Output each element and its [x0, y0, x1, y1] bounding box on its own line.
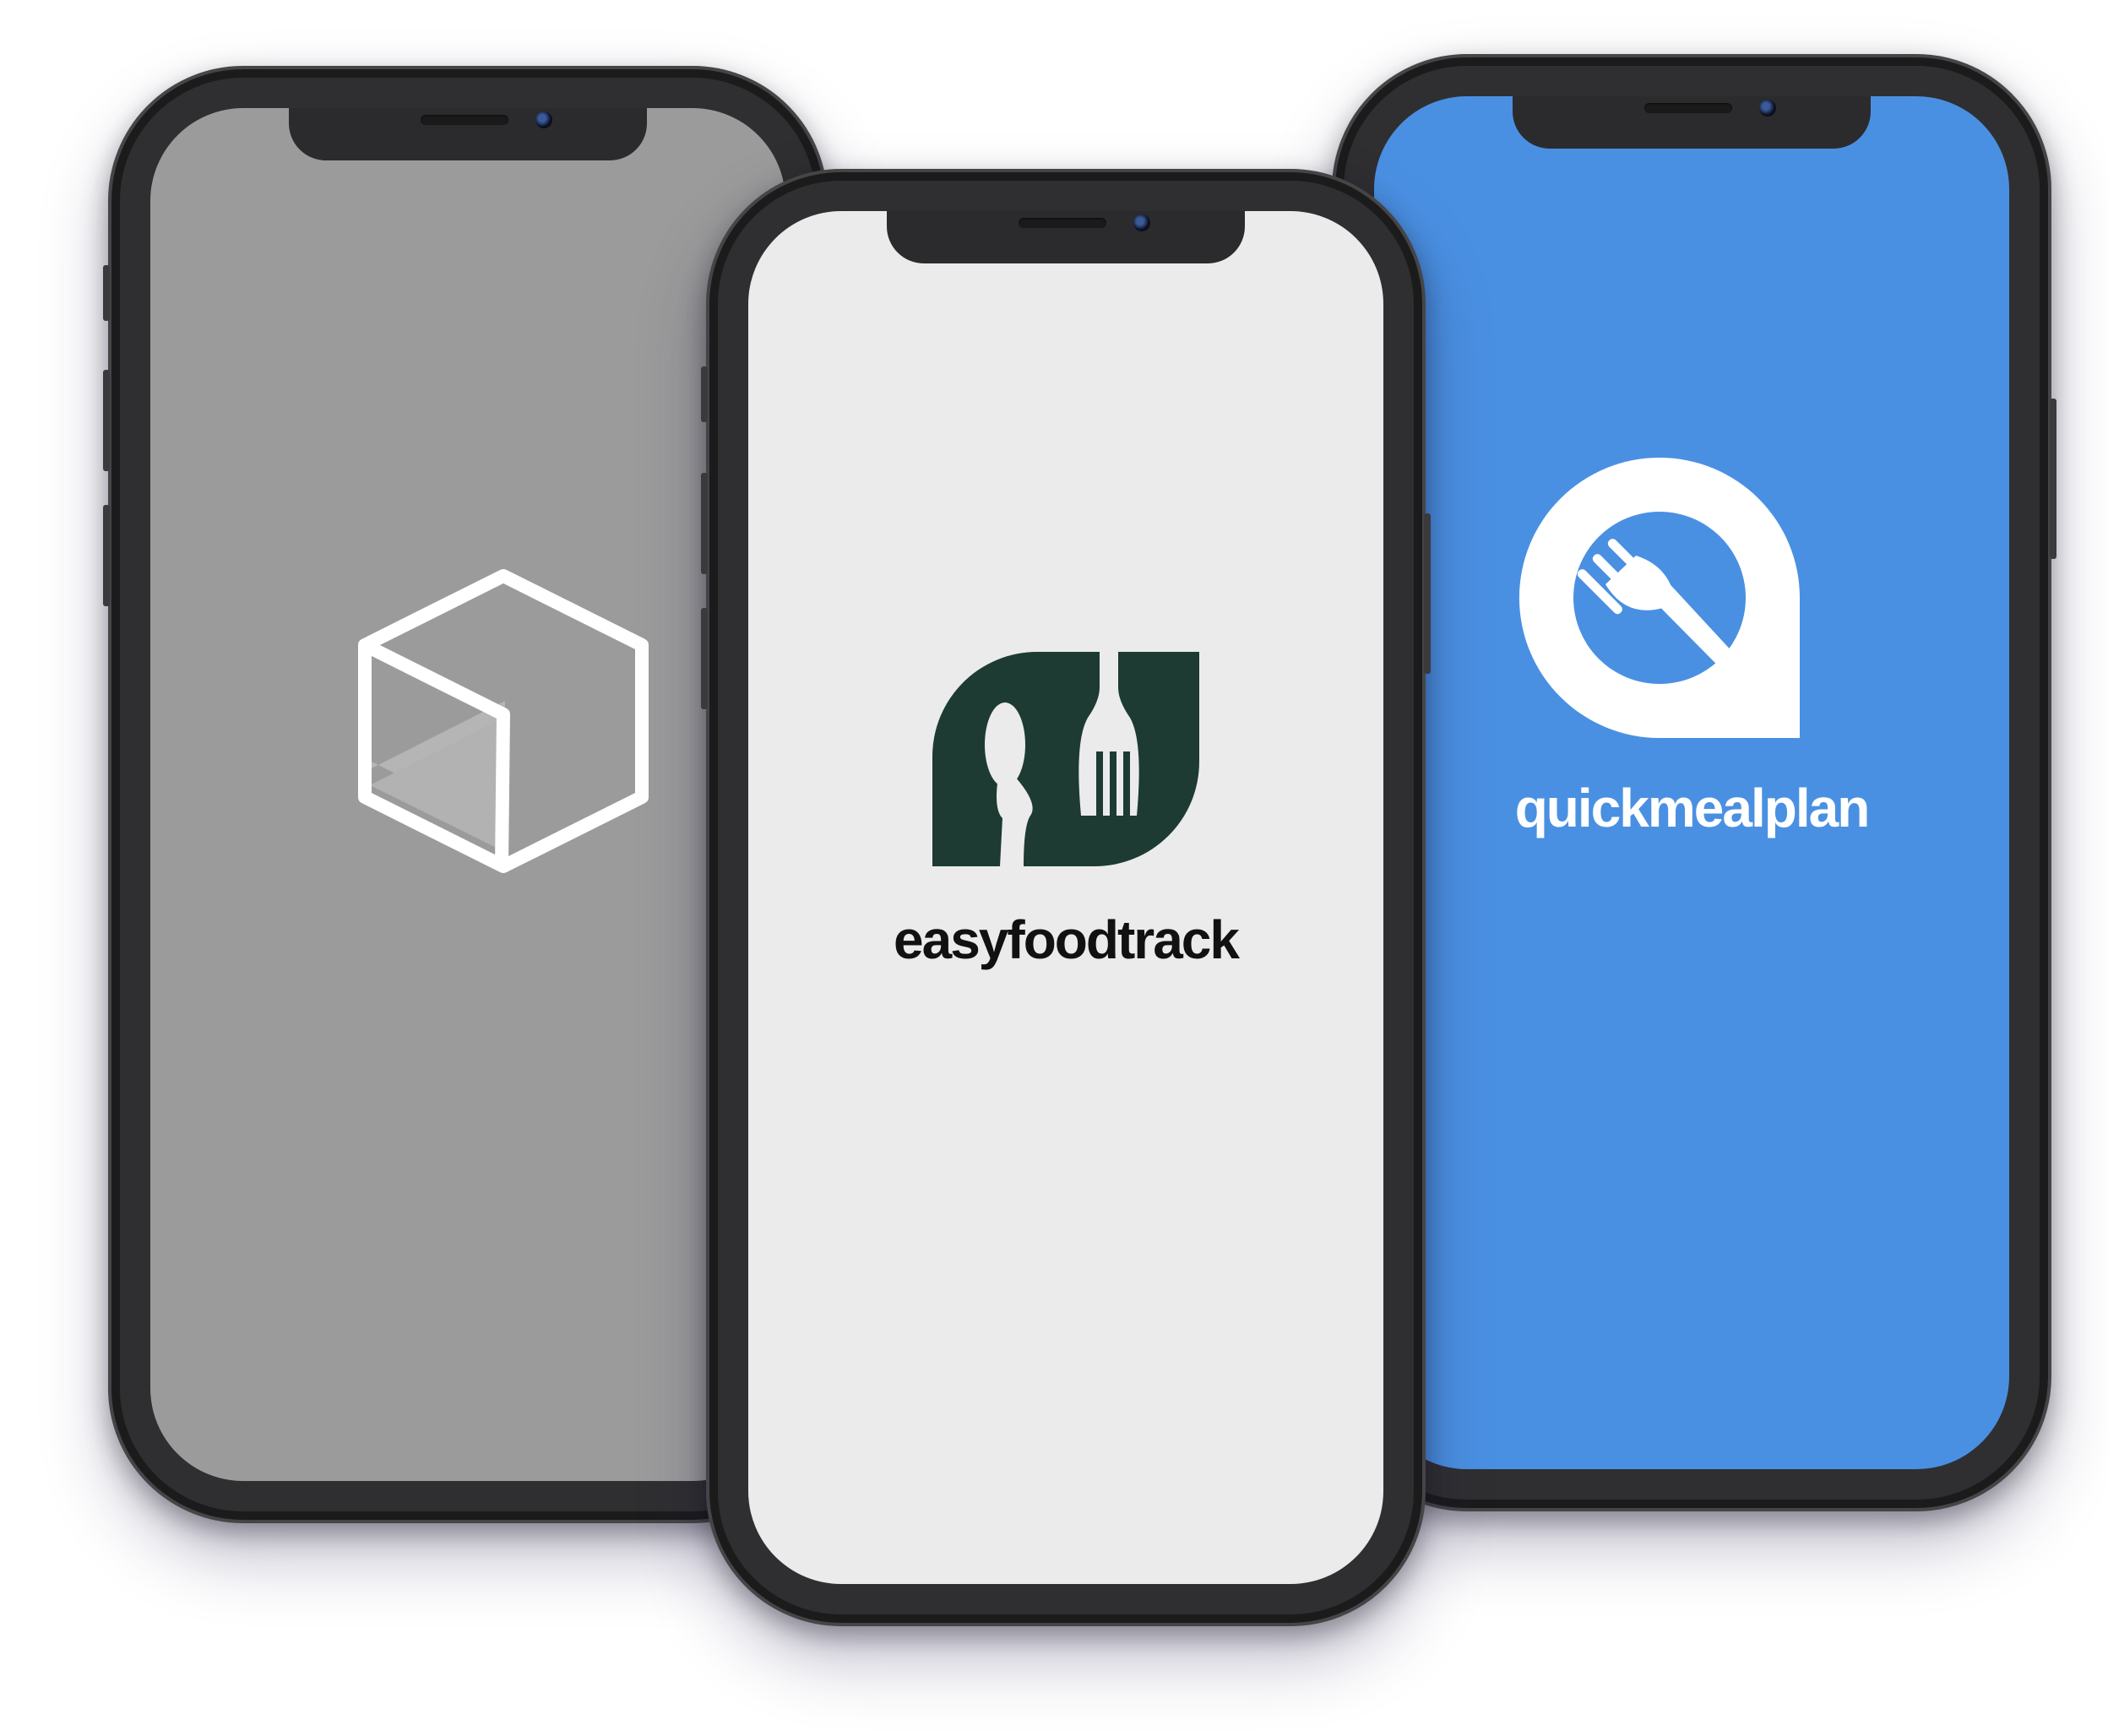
app-name-label: easyfoodtrack	[894, 909, 1240, 970]
volume-down-button	[701, 608, 708, 709]
phone-center: easyfoodtrack	[701, 169, 1431, 1626]
app-name-label: quickmealplan	[1514, 778, 1871, 838]
speaker-grille	[1019, 218, 1106, 228]
screen-left	[150, 108, 785, 1481]
volume-up-button	[701, 473, 708, 574]
volume-down-button	[103, 505, 110, 606]
mute-switch	[103, 265, 110, 321]
front-camera	[1133, 214, 1150, 231]
mute-switch	[701, 366, 708, 422]
speaker-grille	[421, 115, 508, 125]
front-camera	[535, 111, 552, 128]
notch	[1513, 96, 1871, 149]
speaker-grille	[1644, 103, 1732, 113]
screen-right: quickmealplan	[1374, 96, 2009, 1469]
spoon-fork-logo-icon	[932, 650, 1199, 866]
power-button	[2050, 399, 2056, 559]
front-camera	[1759, 100, 1776, 117]
cube-icon	[358, 569, 649, 873]
app-splash-quickmealplan: quickmealplan	[1374, 456, 2009, 839]
mockup-stage: quickmealplan easyfoodtrack	[0, 0, 2108, 1736]
app-splash-easyfoodtrack: easyfoodtrack	[748, 650, 1383, 971]
phone-right: quickmealplan	[1332, 54, 2056, 1511]
screen-center: easyfoodtrack	[748, 211, 1383, 1584]
power-button	[1424, 513, 1431, 674]
q-fork-logo-icon	[1519, 458, 1800, 738]
notch	[289, 108, 647, 160]
volume-up-button	[103, 370, 110, 471]
notch	[887, 211, 1245, 263]
